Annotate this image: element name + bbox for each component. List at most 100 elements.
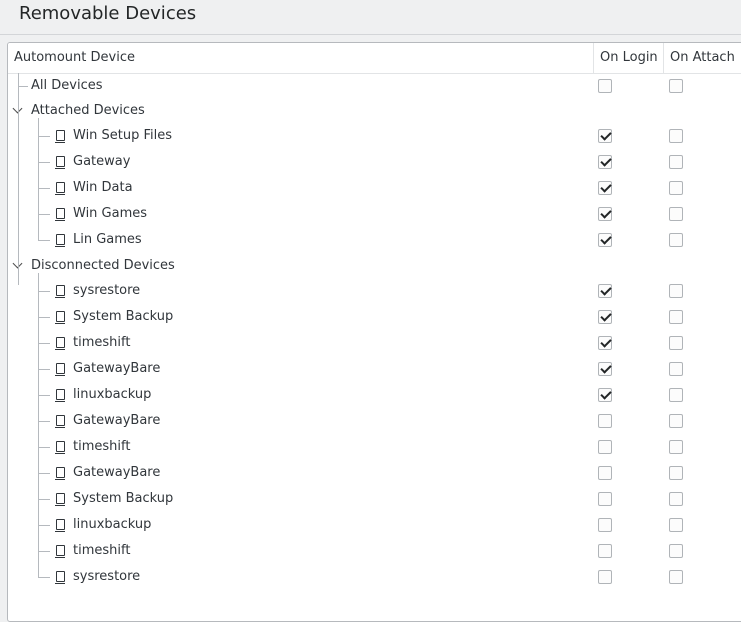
checkmark-icon xyxy=(600,155,612,167)
on-login-checkbox[interactable] xyxy=(598,181,612,195)
device-label: timeshift xyxy=(73,335,131,350)
table-row[interactable]: timeshift xyxy=(8,330,741,356)
on-login-checkbox[interactable] xyxy=(598,466,612,480)
removable-drive-icon xyxy=(55,467,65,480)
table-row[interactable]: linuxbackup xyxy=(8,512,741,538)
tree-branch-line xyxy=(38,577,50,578)
on-attach-checkbox[interactable] xyxy=(669,155,683,169)
on-login-checkbox[interactable] xyxy=(598,284,612,298)
checkmark-icon xyxy=(600,310,612,322)
on-attach-checkbox[interactable] xyxy=(669,362,683,376)
on-login-checkbox[interactable] xyxy=(598,414,612,428)
on-login-checkbox[interactable] xyxy=(598,155,612,169)
tree-branch-line xyxy=(38,551,50,552)
removable-drive-icon xyxy=(55,363,65,376)
device-label: Win Data xyxy=(73,180,133,195)
on-login-checkbox[interactable] xyxy=(598,544,612,558)
table-row[interactable]: Lin Games xyxy=(8,227,741,253)
device-label: Win Games xyxy=(73,206,148,221)
on-login-checkbox[interactable] xyxy=(598,129,612,143)
removable-drive-icon xyxy=(55,571,65,584)
tree-root-line xyxy=(18,73,19,285)
on-attach-checkbox[interactable] xyxy=(669,336,683,350)
on-attach-checkbox[interactable] xyxy=(669,207,683,221)
on-login-checkbox[interactable] xyxy=(598,570,612,584)
device-label: linuxbackup xyxy=(73,387,152,402)
on-attach-checkbox[interactable] xyxy=(669,440,683,454)
tree-branch-line xyxy=(38,188,50,189)
device-label: Lin Games xyxy=(73,232,142,247)
tree-row-all-devices[interactable]: All Devices xyxy=(8,73,741,99)
removable-drive-icon xyxy=(55,519,65,532)
removable-drive-icon xyxy=(55,337,65,350)
tree-branch-line xyxy=(38,317,50,318)
tree-branch-line xyxy=(38,291,50,292)
checkmark-icon xyxy=(600,362,612,374)
table-row[interactable]: System Backup xyxy=(8,304,741,330)
tree-branch-line xyxy=(38,525,50,526)
on-attach-checkbox[interactable] xyxy=(669,492,683,506)
removable-drive-icon xyxy=(55,285,65,298)
checkmark-icon xyxy=(600,207,612,219)
table-row[interactable]: Win Games xyxy=(8,201,741,227)
device-label: timeshift xyxy=(73,543,131,558)
removable-drive-icon xyxy=(55,130,65,143)
on-attach-checkbox[interactable] xyxy=(669,310,683,324)
checkmark-icon xyxy=(600,388,612,400)
tree-branch-line xyxy=(38,369,50,370)
table-row[interactable]: GatewayBare xyxy=(8,460,741,486)
on-login-checkbox[interactable] xyxy=(598,336,612,350)
table-row[interactable]: GatewayBare xyxy=(8,408,741,434)
on-attach-checkbox[interactable] xyxy=(669,129,683,143)
on-attach-checkbox[interactable] xyxy=(669,388,683,402)
page-header: Removable Devices xyxy=(0,0,741,35)
checkmark-icon xyxy=(600,336,612,348)
tree-group-row[interactable]: Disconnected Devices xyxy=(8,253,741,279)
table-row[interactable]: GatewayBare xyxy=(8,356,741,382)
table-row[interactable]: linuxbackup xyxy=(8,382,741,408)
on-login-checkbox[interactable] xyxy=(598,233,612,247)
table-row[interactable]: Win Data xyxy=(8,175,741,201)
on-login-checkbox[interactable] xyxy=(598,440,612,454)
table-row[interactable]: timeshift xyxy=(8,434,741,460)
table-row[interactable]: sysrestore xyxy=(8,278,741,304)
table-row[interactable]: sysrestore xyxy=(8,564,741,590)
table-row[interactable]: Gateway xyxy=(8,149,741,175)
tree-branch-line xyxy=(18,86,28,87)
on-login-checkbox[interactable] xyxy=(598,518,612,532)
on-login-checkbox[interactable] xyxy=(598,207,612,221)
on-login-checkbox[interactable] xyxy=(598,492,612,506)
tree-branch-line xyxy=(38,136,50,137)
device-label: GatewayBare xyxy=(73,361,161,376)
checkmark-icon xyxy=(600,181,612,193)
table-row[interactable]: timeshift xyxy=(8,538,741,564)
on-attach-checkbox[interactable] xyxy=(669,414,683,428)
on-attach-checkbox[interactable] xyxy=(669,570,683,584)
tree-branch-line xyxy=(38,273,39,577)
on-attach-checkbox[interactable] xyxy=(669,544,683,558)
device-label: Win Setup Files xyxy=(73,128,173,143)
on-attach-checkbox[interactable] xyxy=(669,518,683,532)
on-attach-checkbox[interactable] xyxy=(669,466,683,480)
removable-drive-icon xyxy=(55,311,65,324)
on-login-checkbox[interactable] xyxy=(598,79,612,93)
checkmark-icon xyxy=(600,129,612,141)
removable-drive-icon xyxy=(55,545,65,558)
on-attach-checkbox[interactable] xyxy=(669,233,683,247)
table-row[interactable]: Win Setup Files xyxy=(8,123,741,149)
tree-branch-line xyxy=(38,395,50,396)
automount-device-tree[interactable]: Automount Device On Login On Attach All … xyxy=(7,42,741,622)
on-attach-checkbox[interactable] xyxy=(669,284,683,298)
tree-body: All Devices Attached Devices Win Setup Fil… xyxy=(8,43,741,621)
on-login-checkbox[interactable] xyxy=(598,388,612,402)
on-login-checkbox[interactable] xyxy=(598,362,612,376)
table-row[interactable]: System Backup xyxy=(8,486,741,512)
tree-group-row[interactable]: Attached Devices xyxy=(8,98,741,124)
on-login-checkbox[interactable] xyxy=(598,310,612,324)
tree-branch-line xyxy=(38,214,50,215)
group-label: Disconnected Devices xyxy=(31,258,175,273)
device-label: Gateway xyxy=(73,154,131,169)
on-attach-checkbox[interactable] xyxy=(669,79,683,93)
removable-drive-icon xyxy=(55,389,65,402)
on-attach-checkbox[interactable] xyxy=(669,181,683,195)
